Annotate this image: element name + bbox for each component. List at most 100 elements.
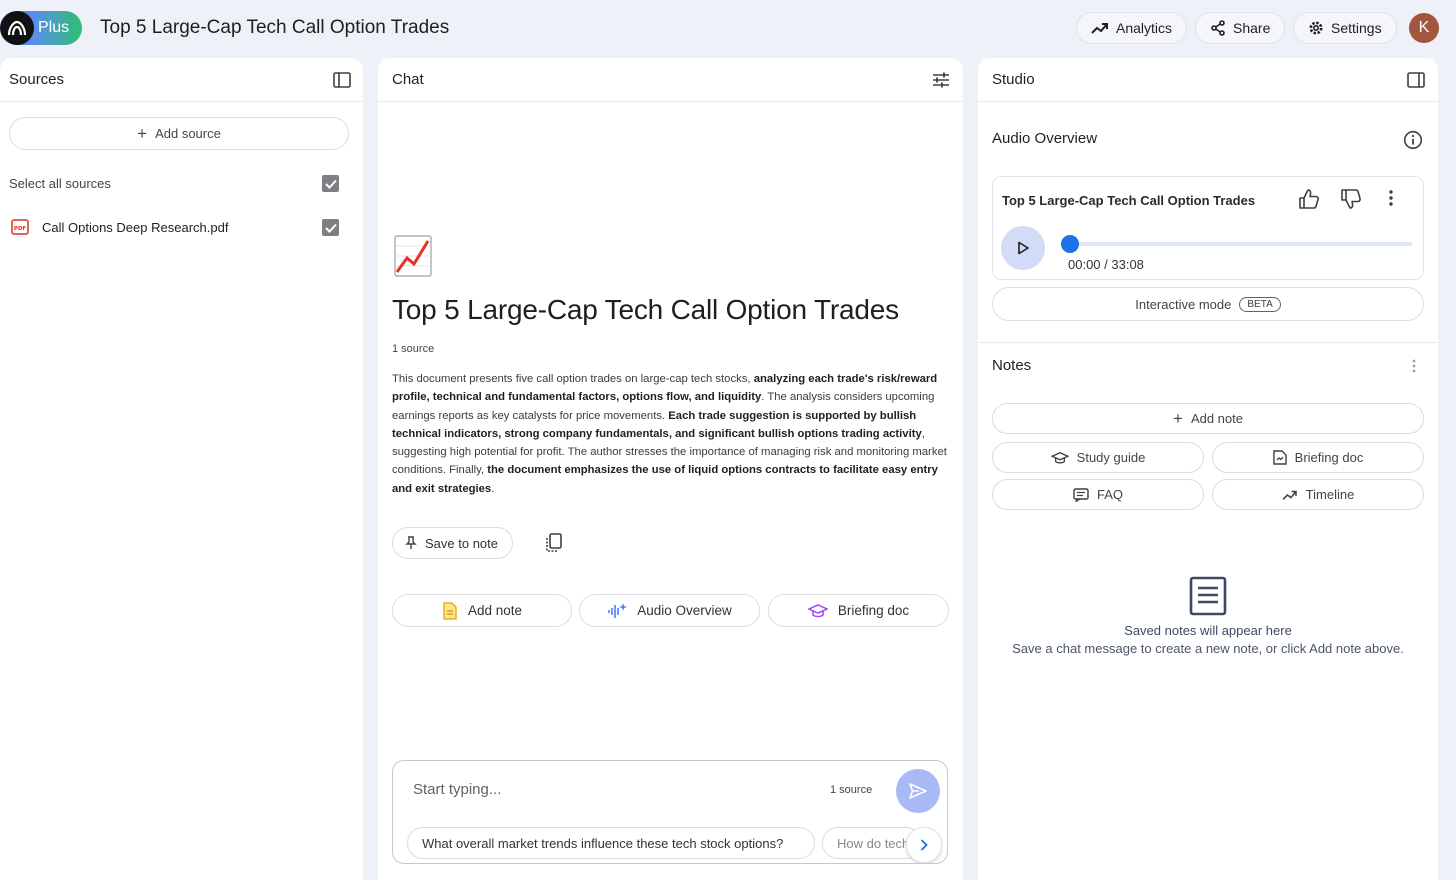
audio-overview-card: Top 5 Large-Cap Tech Call Option Trades … — [992, 176, 1424, 280]
faq-label: FAQ — [1096, 487, 1123, 502]
share-button[interactable]: Share — [1195, 12, 1286, 44]
save-to-note-button[interactable]: Save to note — [392, 527, 513, 559]
next-suggestions-button[interactable] — [906, 827, 942, 863]
svg-text:PDF: PDF — [14, 226, 27, 232]
notebook-title[interactable]: Top 5 Large-Cap Tech Call Option Trades — [100, 17, 449, 39]
audio-scrubber-handle[interactable] — [1061, 235, 1079, 253]
sources-header: Sources — [0, 58, 363, 102]
info-icon[interactable] — [1403, 130, 1423, 150]
interactive-mode-button[interactable]: Interactive mode BETA — [992, 287, 1424, 321]
check-icon — [324, 223, 337, 233]
briefing-doc-label: Briefing doc — [1294, 450, 1364, 465]
studio-divider — [978, 342, 1438, 343]
trend-up-icon — [1091, 23, 1108, 34]
add-note-chip-label: Add note — [467, 603, 523, 618]
pin-icon — [405, 536, 417, 549]
user-avatar[interactable]: K — [1409, 13, 1439, 43]
add-note-label: Add note — [1190, 411, 1243, 426]
suggestion-text: How do tech — [837, 835, 910, 851]
summary-text: . — [491, 482, 495, 495]
play-button[interactable] — [1001, 226, 1045, 270]
faq-button[interactable]: FAQ — [992, 479, 1204, 510]
document-title: Top 5 Large-Cap Tech Call Option Trades — [392, 294, 899, 325]
notes-heading: Notes — [992, 357, 1032, 374]
pdf-icon: PDF — [11, 219, 29, 235]
analytics-button[interactable]: Analytics — [1076, 12, 1188, 44]
document-summary: This document presents five call option … — [392, 370, 947, 498]
check-icon — [324, 179, 337, 189]
suggestion-chip[interactable]: What overall market trends influence the… — [407, 827, 815, 859]
more-vertical-icon[interactable] — [1388, 189, 1394, 207]
beta-badge: BETA — [1239, 296, 1281, 312]
notes-empty-title: Saved notes will appear here — [1124, 623, 1292, 638]
study-guide-label: Study guide — [1076, 450, 1146, 465]
app-logo[interactable]: Plus — [0, 11, 82, 45]
notes-empty-subtitle: Save a chat message to create a new note… — [1012, 641, 1404, 656]
plus-icon: + — [1173, 409, 1183, 428]
sparkle-waveform-icon — [608, 602, 628, 618]
audio-title: Top 5 Large-Cap Tech Call Option Trades — [1002, 193, 1256, 208]
settings-button[interactable]: Settings — [1293, 12, 1397, 44]
notes-empty-icon — [1189, 576, 1227, 616]
chat-input-box: Start typing... 1 source What overall ma… — [392, 760, 948, 864]
interactive-mode-label: Interactive mode — [1135, 296, 1232, 312]
trend-up-icon — [1282, 490, 1297, 500]
thumb-up-icon[interactable] — [1298, 188, 1320, 210]
send-button[interactable] — [896, 769, 940, 813]
source-count: 1 source — [392, 343, 435, 355]
timeline-button[interactable]: Timeline — [1212, 479, 1424, 510]
select-all-checkbox[interactable] — [322, 175, 339, 192]
tune-icon[interactable] — [931, 70, 951, 90]
analytics-label: Analytics — [1116, 20, 1173, 36]
audio-overview-chip-label: Audio Overview — [637, 603, 732, 618]
play-icon — [1018, 241, 1029, 255]
chat-input[interactable]: Start typing... — [413, 781, 501, 798]
thumb-down-icon[interactable] — [1340, 188, 1362, 210]
share-icon — [1211, 20, 1225, 36]
summary-text: This document presents five call option … — [392, 373, 754, 385]
add-source-button[interactable]: + Add source — [9, 117, 349, 150]
chat-title: Chat — [392, 71, 424, 88]
chat-panel: Chat Top 5 Large-Cap Tech Call Option Tr… — [378, 58, 963, 880]
send-icon — [909, 783, 927, 799]
briefing-doc-icon — [1272, 450, 1287, 465]
studio-title: Studio — [992, 71, 1035, 88]
top-bar: Plus Top 5 Large-Cap Tech Call Option Tr… — [0, 0, 1456, 58]
suggestion-text: What overall market trends influence the… — [422, 835, 784, 851]
timeline-label: Timeline — [1305, 487, 1355, 502]
share-label: Share — [1233, 20, 1271, 36]
select-all-label: Select all sources — [9, 176, 111, 191]
copy-icon[interactable] — [544, 532, 564, 554]
study-guide-button[interactable]: Study guide — [992, 442, 1204, 473]
graduation-cap-icon — [1050, 451, 1069, 463]
add-note-button[interactable]: + Add note — [992, 403, 1424, 434]
audio-overview-chip[interactable]: Audio Overview — [579, 594, 760, 627]
faq-icon — [1073, 487, 1089, 502]
add-source-label: Add source — [155, 126, 221, 141]
source-checkbox[interactable] — [322, 219, 339, 236]
panel-right-icon[interactable] — [1406, 70, 1426, 90]
briefing-doc-chip[interactable]: Briefing doc — [768, 594, 949, 627]
source-name: Call Options Deep Research.pdf — [42, 220, 229, 235]
chevron-right-icon — [920, 839, 928, 851]
add-note-chip[interactable]: Add note — [392, 594, 572, 627]
chat-header: Chat — [378, 58, 963, 102]
briefing-doc-chip-label: Briefing doc — [837, 603, 910, 618]
studio-header: Studio — [978, 58, 1438, 102]
save-to-note-label: Save to note — [425, 535, 498, 551]
source-item[interactable]: PDF Call Options Deep Research.pdf — [0, 213, 362, 241]
studio-panel: Studio Audio Overview Top 5 Large-Cap Te… — [978, 58, 1438, 880]
audio-overview-heading: Audio Overview — [992, 130, 1098, 147]
settings-label: Settings — [1331, 20, 1382, 36]
audio-progress-track[interactable] — [1067, 242, 1412, 246]
panel-left-icon[interactable] — [332, 70, 352, 90]
chart-increasing-icon — [394, 235, 432, 277]
sources-panel: Sources + Add source Select all sources … — [0, 58, 363, 880]
gear-icon — [1309, 21, 1323, 35]
sources-title: Sources — [9, 71, 65, 88]
audio-time: 00:00 / 33:08 — [1068, 257, 1144, 272]
graduation-cap-icon — [807, 603, 828, 617]
plus-icon: + — [137, 124, 148, 143]
more-vertical-icon[interactable] — [1411, 358, 1417, 374]
briefing-doc-button[interactable]: Briefing doc — [1212, 442, 1424, 473]
